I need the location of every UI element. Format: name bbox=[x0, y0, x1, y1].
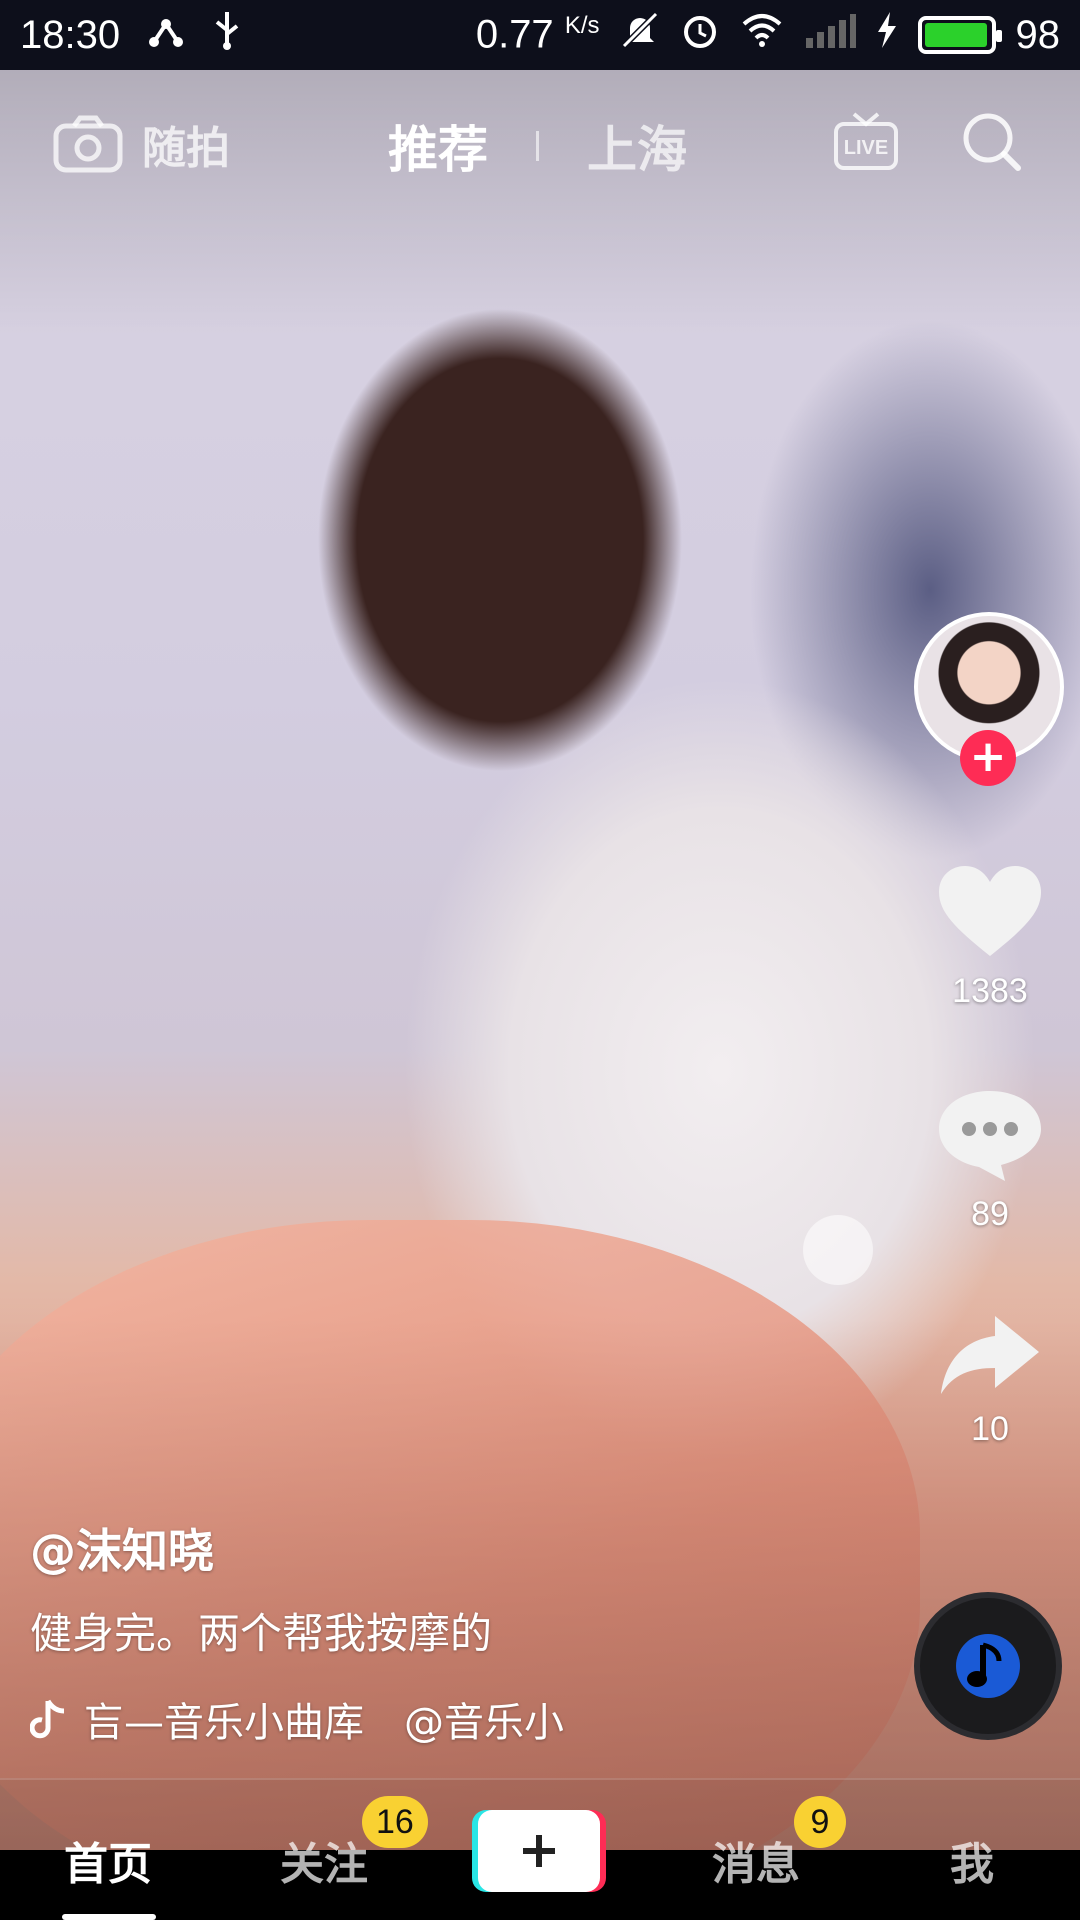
author-name[interactable]: @沫知晓 bbox=[30, 1515, 214, 1581]
share-button[interactable]: 10 bbox=[930, 1310, 1050, 1449]
top-nav: 随拍 推荐 上海 LIVE bbox=[0, 100, 1080, 190]
follow-plus-button[interactable]: + bbox=[960, 730, 1016, 786]
feed-tabs: 推荐 上海 bbox=[388, 110, 687, 182]
bottom-nav: 首页 关注 16 消息 9 我 bbox=[0, 1778, 1080, 1920]
share-count: 10 bbox=[971, 1410, 1009, 1448]
status-time: 18:30 bbox=[20, 12, 121, 57]
share-arrow-icon bbox=[941, 1316, 1039, 1394]
signal-icon bbox=[804, 10, 856, 60]
battery-icon bbox=[917, 16, 1002, 54]
network-speed: 0.77 K/s bbox=[475, 12, 600, 57]
charging-icon bbox=[876, 10, 898, 60]
mute-icon bbox=[620, 10, 660, 60]
tab-recommend[interactable]: 推荐 bbox=[388, 110, 488, 182]
snap-button[interactable]: 随拍 bbox=[52, 112, 230, 176]
usb-icon bbox=[212, 10, 242, 60]
author-avatar-button[interactable]: + bbox=[914, 612, 1064, 786]
progress-scrub-handle[interactable] bbox=[803, 1215, 873, 1285]
live-button[interactable]: LIVE bbox=[832, 106, 900, 178]
tiktok-note-icon bbox=[30, 1699, 65, 1739]
live-icon: LIVE bbox=[834, 112, 898, 170]
alarm-icon bbox=[680, 10, 720, 60]
video-overlay-gradient bbox=[0, 70, 1080, 1850]
comment-button[interactable]: 89 bbox=[930, 1085, 1050, 1234]
active-tab-indicator bbox=[62, 1914, 156, 1920]
messages-badge: 9 bbox=[794, 1796, 846, 1848]
svg-text:LIVE: LIVE bbox=[844, 137, 888, 159]
share-network-icon bbox=[146, 10, 186, 60]
search-icon bbox=[963, 113, 1021, 171]
video-description: 健身完。两个帮我按摩的 bbox=[30, 1609, 493, 1658]
follow-badge: 16 bbox=[362, 1796, 428, 1848]
video-player[interactable] bbox=[0, 70, 1080, 1850]
music-note-icon bbox=[956, 1634, 1020, 1698]
battery-level: 98 bbox=[1015, 12, 1061, 57]
music-title: 吂—音乐小曲库 @音乐小 bbox=[84, 1700, 564, 1746]
plus-icon bbox=[523, 1835, 555, 1867]
nav-follow[interactable]: 关注 bbox=[280, 1828, 368, 1892]
music-disc[interactable] bbox=[914, 1592, 1062, 1740]
comment-icon bbox=[939, 1091, 1041, 1181]
nav-me[interactable]: 我 bbox=[950, 1828, 994, 1892]
status-bar: 18:30 0.77 K/s 98 bbox=[0, 0, 1080, 70]
like-button[interactable]: 1383 bbox=[930, 862, 1050, 1011]
comment-count: 89 bbox=[971, 1195, 1009, 1233]
music-marquee[interactable]: 吂—音乐小曲库 @音乐小 bbox=[30, 1690, 564, 1748]
nav-home[interactable]: 首页 bbox=[64, 1828, 152, 1892]
snap-label: 随拍 bbox=[142, 123, 230, 174]
camera-icon bbox=[53, 115, 123, 173]
nav-messages[interactable]: 消息 bbox=[712, 1828, 800, 1892]
tab-divider bbox=[536, 131, 539, 161]
like-count: 1383 bbox=[952, 972, 1028, 1010]
create-button[interactable] bbox=[478, 1810, 600, 1892]
heart-icon bbox=[939, 866, 1041, 956]
tab-city[interactable]: 上海 bbox=[587, 110, 687, 182]
wifi-icon bbox=[740, 10, 784, 60]
search-button[interactable] bbox=[960, 110, 1024, 178]
